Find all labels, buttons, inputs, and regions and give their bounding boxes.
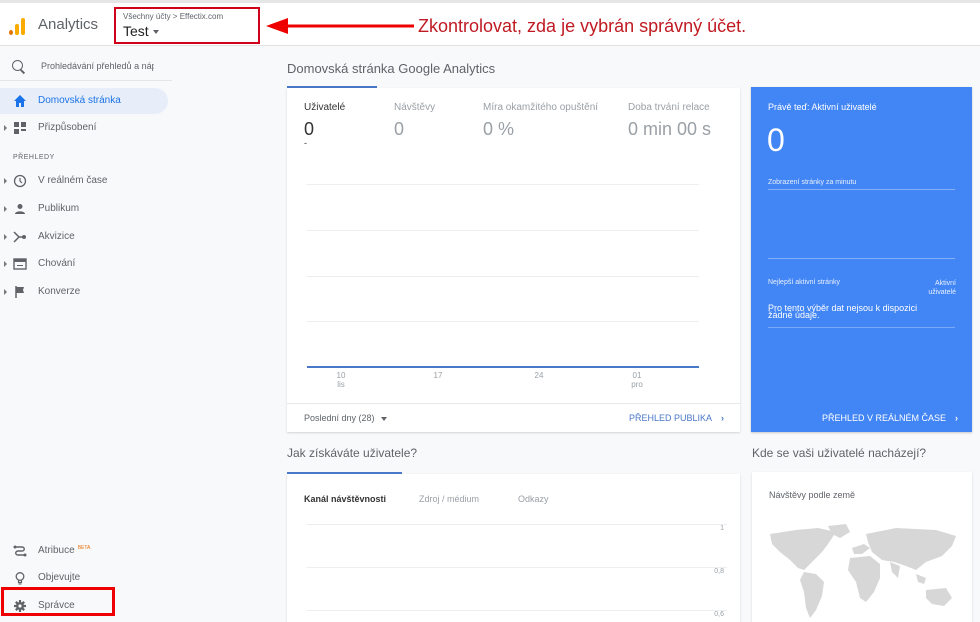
sidebar-item-customization[interactable]: Přizpůsobení xyxy=(0,115,168,141)
account-selector[interactable]: Všechny účty > Effectix.com Test xyxy=(114,7,260,44)
y-tick-label: 0,6 xyxy=(714,611,724,618)
y-tick-label: 0,8 xyxy=(714,568,724,575)
attribution-icon xyxy=(13,545,27,557)
report-search[interactable]: Prohledávání přehledů a náp xyxy=(0,51,172,81)
sidebar-item-label: Publikum xyxy=(38,203,80,214)
top-bar: Analytics Všechny účty > Effectix.com Te… xyxy=(0,0,980,46)
view-name-text: Test xyxy=(123,23,149,39)
attribution-label: Atribuce xyxy=(38,545,75,556)
sidebar-item-audience[interactable]: Publikum xyxy=(0,196,168,222)
pageviews-per-minute-label: Zobrazení stránky za minutu xyxy=(768,179,955,190)
app-name: Analytics xyxy=(38,16,99,33)
beta-badge: BETA xyxy=(77,545,91,551)
sidebar-item-label: Chování xyxy=(38,258,76,269)
realtime-link-label: PŘEHLED V REÁLNÉM ČASE xyxy=(821,413,946,423)
x-tick-label: 24 xyxy=(534,371,544,380)
no-data-line-2: žádné údaje. xyxy=(768,310,820,320)
sidebar-item-label: Konverze xyxy=(38,286,81,297)
sidebar-item-label: Domovská stránka xyxy=(38,95,121,106)
acquisition-icon xyxy=(13,231,26,243)
active-users-label-2: uživatelé xyxy=(928,289,956,296)
annotation-text: Zkontrolovat, zda je vybrán správný účet… xyxy=(418,16,747,36)
sidebar-item-home[interactable]: Domovská stránka xyxy=(0,88,168,114)
home-icon xyxy=(14,95,26,107)
sidebar-item-label: Objevujte xyxy=(38,572,81,583)
top-active-pages-label: Nejlepší aktivní stránky xyxy=(768,279,840,286)
realtime-card: Právě teď: Aktivní uživatelé 0 Zobrazení… xyxy=(751,87,972,432)
dashboard-icon xyxy=(14,122,26,134)
x-tick-label: 17 xyxy=(433,371,443,380)
sidebar-item-label: Akvizice xyxy=(38,231,75,242)
acquisition-card: Kanál návštěvnosti Zdroj / médium Odkazy… xyxy=(287,474,740,622)
sidebar-item-realtime[interactable]: V reálném čase xyxy=(0,168,168,194)
date-range-dropdown[interactable]: Poslední dny (28) xyxy=(304,413,388,423)
view-name[interactable]: Test xyxy=(123,23,159,39)
sidebar-item-behavior[interactable]: Chování xyxy=(0,251,168,277)
divider xyxy=(768,258,955,259)
chevron-right-icon: › xyxy=(955,413,958,423)
card-footer: Poslední dny (28) PŘEHLED PUBLIKA › xyxy=(287,403,740,432)
overview-card: Uživatelé 0 - Návštěvy 0 Míra okamžitého… xyxy=(287,88,740,432)
tab-source-medium[interactable]: Zdroj / médium xyxy=(419,494,479,504)
caret-down-icon xyxy=(381,416,388,421)
sidebar-item-acquisition[interactable]: Akvizice xyxy=(0,224,168,250)
tab-channels[interactable]: Kanál návštěvnosti xyxy=(304,494,386,504)
account-breadcrumb: Všechny účty > Effectix.com xyxy=(123,12,224,21)
active-users-column-label: Aktivní uživatelé xyxy=(928,279,956,297)
geo-subtitle: Návštěvy podle země xyxy=(769,490,856,500)
caret-down-icon xyxy=(152,30,159,35)
date-range-label: Poslední dny (28) xyxy=(304,413,375,423)
sidebar-item-conversions[interactable]: Konverze xyxy=(0,279,168,305)
active-users-label-1: Aktivní xyxy=(934,280,956,287)
clock-icon xyxy=(13,174,27,188)
lightbulb-icon xyxy=(15,572,25,585)
acquisition-title: Jak získáváte uživatele? xyxy=(287,446,418,460)
search-icon xyxy=(12,60,23,71)
flag-icon xyxy=(15,286,24,298)
expand-icon xyxy=(4,261,7,267)
tab-referrals[interactable]: Odkazy xyxy=(518,494,549,504)
expand-icon xyxy=(4,125,7,131)
expand-icon xyxy=(4,206,7,212)
admin-highlight-box xyxy=(1,587,115,616)
geo-title: Kde se vaši uživatelé nacházejí? xyxy=(752,446,927,460)
section-label-reports: PŘEHLEDY xyxy=(13,154,55,161)
realtime-report-link[interactable]: PŘEHLED V REÁLNÉM ČASE › xyxy=(822,413,958,423)
world-map-icon[interactable] xyxy=(766,522,966,622)
x-tick-label: 01 pro xyxy=(631,371,643,389)
annotation-arrow-icon xyxy=(266,18,414,34)
audience-link-label: PŘEHLED PUBLIKA xyxy=(628,413,712,423)
realtime-active-users: 0 xyxy=(767,122,785,158)
sidebar-item-label: Přizpůsobení xyxy=(38,122,97,133)
realtime-title: Právě teď: Aktivní uživatelé xyxy=(768,102,877,112)
grid-line xyxy=(307,524,727,525)
chevron-right-icon: › xyxy=(721,413,724,423)
analytics-logo-icon xyxy=(8,15,28,35)
geo-card: Návštěvy podle země xyxy=(752,472,972,622)
sidebar-item-attribution[interactable]: Atribuce BETA xyxy=(0,538,168,564)
page-title: Domovská stránka Google Analytics xyxy=(287,61,496,76)
grid-line xyxy=(307,610,727,611)
sidebar-item-label: Atribuce BETA xyxy=(38,545,90,556)
person-icon xyxy=(15,204,25,214)
x-tick-label: 10 lis xyxy=(336,371,346,389)
expand-icon xyxy=(4,178,7,184)
sidebar-item-label: V reálném čase xyxy=(38,175,108,186)
search-input[interactable]: Prohledávání přehledů a náp xyxy=(41,61,154,71)
expand-icon xyxy=(4,234,7,240)
expand-icon xyxy=(4,289,7,295)
y-tick-label: 1 xyxy=(720,525,724,532)
behavior-icon xyxy=(13,258,27,270)
audience-overview-link[interactable]: PŘEHLED PUBLIKA › xyxy=(629,413,724,423)
users-series-svg xyxy=(307,366,699,368)
no-data-message: Pro tento výběr dat nejsou k dispozici žá… xyxy=(768,304,955,328)
grid-line xyxy=(307,567,727,568)
sidebar: Prohledávání přehledů a náp Domovská str… xyxy=(0,47,172,622)
